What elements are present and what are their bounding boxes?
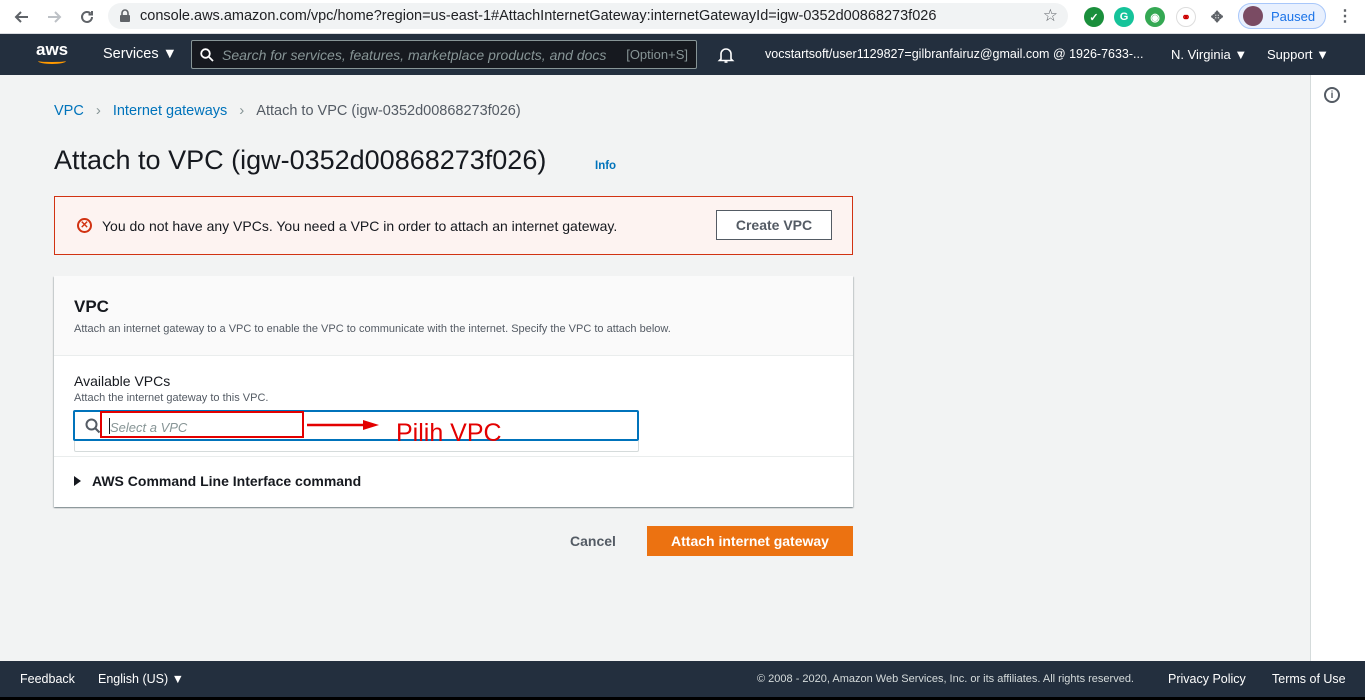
breadcrumb-internet-gateways[interactable]: Internet gateways xyxy=(113,103,227,119)
url-text: console.aws.amazon.com/vpc/home?region=u… xyxy=(140,8,937,24)
chevron-right-icon: › xyxy=(239,102,245,119)
tripadvisor-extension-icon[interactable]: ◉ xyxy=(1145,7,1165,27)
info-link[interactable]: Info xyxy=(595,160,616,172)
search-placeholder: Search for services, features, marketpla… xyxy=(222,46,607,63)
available-vpcs-label: Available VPCs xyxy=(74,373,171,389)
bell-icon[interactable] xyxy=(716,45,736,65)
tools-panel: i xyxy=(1310,75,1365,661)
annotation-arrow-icon xyxy=(307,420,379,430)
vpc-dropdown-list[interactable] xyxy=(74,441,639,452)
support-menu[interactable]: Support ▼ xyxy=(1267,47,1329,62)
profile-status: Paused xyxy=(1271,8,1316,24)
available-vpcs-description: Attach the internet gateway to this VPC. xyxy=(74,392,269,404)
terms-of-use-link[interactable]: Terms of Use xyxy=(1272,672,1346,686)
vpc-panel: VPC Attach an internet gateway to a VPC … xyxy=(54,276,853,507)
panel-description: Attach an internet gateway to a VPC to e… xyxy=(74,323,671,335)
privacy-policy-link[interactable]: Privacy Policy xyxy=(1168,672,1246,686)
shield-extension-icon[interactable]: ✓ xyxy=(1084,7,1104,27)
back-arrow-icon[interactable] xyxy=(7,2,37,32)
annotation-label: Pilih VPC xyxy=(396,419,502,447)
browser-toolbar: console.aws.amazon.com/vpc/home?region=u… xyxy=(0,0,1365,34)
forward-arrow-icon[interactable] xyxy=(39,2,69,32)
aws-logo[interactable]: aws xyxy=(36,41,70,66)
info-icon[interactable]: i xyxy=(1324,87,1340,103)
copyright-text: © 2008 - 2020, Amazon Web Services, Inc.… xyxy=(757,673,1134,685)
error-alert: ✕ You do not have any VPCs. You need a V… xyxy=(54,196,853,255)
aws-top-nav: aws Services ▼ Search for services, feat… xyxy=(0,34,1365,75)
avatar xyxy=(1243,6,1263,26)
divider xyxy=(54,456,853,457)
language-selector[interactable]: English (US) ▼ xyxy=(98,672,184,686)
alert-message: You do not have any VPCs. You need a VPC… xyxy=(102,218,618,234)
search-icon xyxy=(85,418,101,434)
reload-icon[interactable] xyxy=(72,2,102,32)
cli-expander[interactable]: AWS Command Line Interface command xyxy=(74,473,361,489)
address-bar[interactable]: console.aws.amazon.com/vpc/home?region=u… xyxy=(108,3,1068,29)
cancel-button[interactable]: Cancel xyxy=(555,526,631,556)
search-shortcut: [Option+S] xyxy=(626,47,688,62)
cli-label: AWS Command Line Interface command xyxy=(92,473,362,489)
caret-right-icon xyxy=(74,476,81,486)
breadcrumb: VPC › Internet gateways › Attach to VPC … xyxy=(54,102,521,119)
page-title: Attach to VPC (igw-0352d00868273f026) xyxy=(54,145,547,175)
annotation-highlight-box xyxy=(100,411,304,438)
error-icon: ✕ xyxy=(77,218,92,233)
breadcrumb-vpc[interactable]: VPC xyxy=(54,103,84,119)
puzzle-extensions-icon[interactable]: ✥ xyxy=(1207,7,1227,27)
bike-extension-icon[interactable]: ⚭ xyxy=(1176,7,1196,27)
search-input[interactable]: Search for services, features, marketpla… xyxy=(191,40,697,69)
attach-internet-gateway-button[interactable]: Attach internet gateway xyxy=(647,526,853,556)
panel-heading: VPC xyxy=(74,297,109,316)
breadcrumb-current: Attach to VPC (igw-0352d00868273f026) xyxy=(256,102,521,119)
profile-button[interactable]: Paused xyxy=(1238,3,1326,29)
grammarly-extension-icon[interactable]: G xyxy=(1114,7,1134,27)
services-menu[interactable]: Services ▼ xyxy=(103,46,177,62)
chevron-right-icon: › xyxy=(95,102,101,119)
account-menu[interactable]: vocstartsoft/user1129827=gilbranfairuz@g… xyxy=(765,47,1143,61)
feedback-link[interactable]: Feedback xyxy=(20,672,75,686)
region-menu[interactable]: N. Virginia ▼ xyxy=(1171,47,1247,62)
footer: Feedback English (US) ▼ © 2008 - 2020, A… xyxy=(0,661,1365,697)
star-icon[interactable]: ☆ xyxy=(1043,6,1058,26)
search-icon xyxy=(192,47,222,62)
create-vpc-button[interactable]: Create VPC xyxy=(716,210,832,240)
lock-icon xyxy=(120,9,130,22)
browser-menu-icon[interactable]: ⋮ xyxy=(1337,6,1353,26)
panel-header: VPC Attach an internet gateway to a VPC … xyxy=(54,276,853,356)
